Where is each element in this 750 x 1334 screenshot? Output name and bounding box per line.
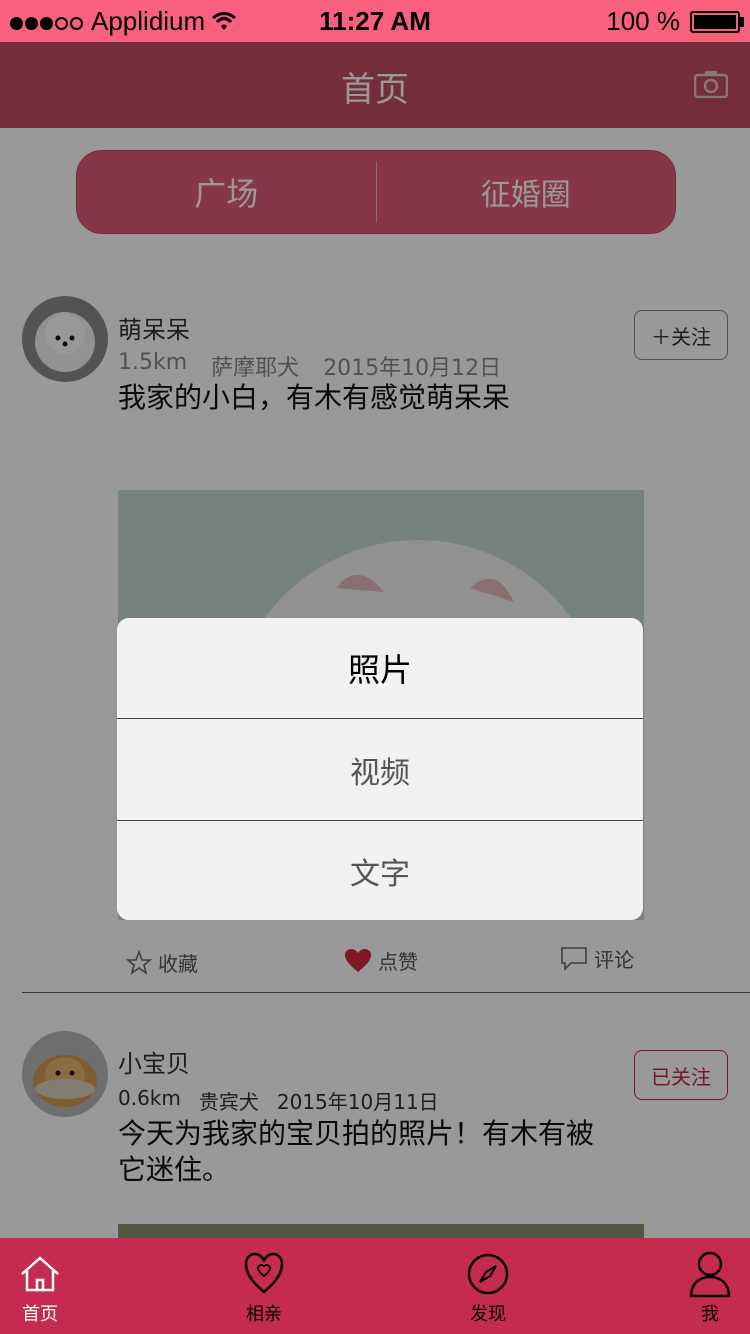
battery-cap [740,17,744,27]
person-icon [689,1251,731,1298]
status-bar: Applidium 11:27 AM 100 % [0,0,750,42]
compass-icon [467,1253,509,1295]
media-type-sheet: 照片 视频 文字 [117,618,643,920]
tab-dating[interactable]: 相亲 [214,1238,314,1334]
tab-label: 相亲 [246,1304,282,1325]
battery-icon [690,11,740,33]
tab-label: 我 [701,1304,719,1325]
tab-discover[interactable]: 发现 [438,1238,538,1334]
tab-label: 发现 [470,1304,506,1325]
tab-home[interactable]: 首页 [0,1238,90,1334]
tab-me[interactable]: 我 [660,1238,750,1334]
tab-label: 首页 [22,1304,58,1325]
heart-icon [244,1252,284,1294]
option-video[interactable]: 视频 [117,719,643,820]
battery-percent: 100 % [606,6,680,36]
option-photo[interactable]: 照片 [117,618,643,718]
tab-bar: 首页 相亲 发现 我 [0,1238,750,1334]
home-icon [21,1256,59,1292]
option-text[interactable]: 文字 [117,821,643,920]
